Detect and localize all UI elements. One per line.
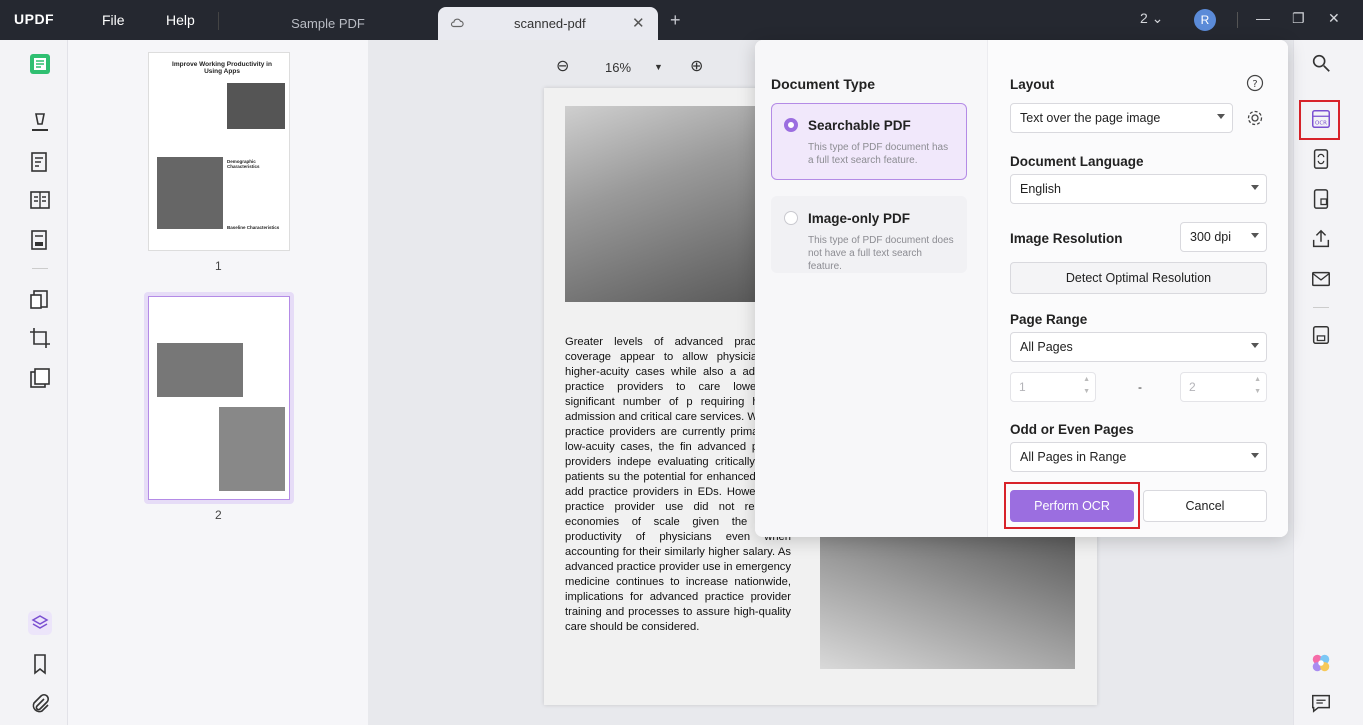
ocr-highlight-box: [1299, 100, 1340, 140]
bookmark-icon[interactable]: [28, 652, 52, 676]
radio-selected[interactable]: [784, 118, 798, 132]
gear-icon[interactable]: [1246, 109, 1264, 127]
save-icon[interactable]: [1310, 324, 1332, 346]
thumbnail-image: [219, 407, 285, 491]
minimize-icon[interactable]: —: [1256, 10, 1270, 26]
convert-pdf-icon[interactable]: [1310, 148, 1332, 170]
page-photo: [820, 536, 1075, 669]
page-number: 1: [215, 259, 222, 273]
zoom-in-icon[interactable]: ⊕: [690, 56, 703, 76]
close-window-icon[interactable]: ✕: [1328, 10, 1340, 27]
attachment-icon[interactable]: [28, 692, 52, 716]
divider: [218, 12, 219, 30]
perform-ocr-highlight-box: [1004, 482, 1140, 529]
zoom-level[interactable]: 16%: [605, 60, 631, 75]
thumbnail-subheading: Baseline Characteristics: [227, 225, 280, 230]
page-thumbnail-1[interactable]: Improve Working Productivity in Using Ap…: [148, 52, 290, 251]
maximize-icon[interactable]: ❐: [1292, 10, 1305, 27]
left-toolbar: [0, 40, 68, 725]
document-type-title: Document Type: [771, 76, 875, 92]
option-label: Image-only PDF: [808, 211, 911, 226]
avatar[interactable]: R: [1194, 9, 1216, 31]
option-description: This type of PDF document has a full tex…: [808, 142, 949, 166]
layers-icon[interactable]: [28, 611, 52, 635]
thumbnail-heading: Improve Working Productivity in Using Ap…: [172, 61, 272, 75]
language-label: Document Language: [1010, 154, 1144, 169]
ocr-settings-panel: Layout ? Text over the page image Docume…: [987, 40, 1288, 537]
comment-list-icon[interactable]: [1310, 692, 1332, 714]
share-icon[interactable]: [1310, 228, 1332, 250]
app-logo: UPDF: [14, 11, 55, 27]
right-toolbar: OCR: [1293, 40, 1363, 725]
thumbnail-subheading: Demographic Characteristics: [227, 159, 260, 169]
ocr-dialog: Document Type Searchable PDF This type o…: [755, 40, 1288, 537]
crop-icon[interactable]: [28, 326, 52, 350]
tab-label: scanned-pdf: [514, 16, 586, 31]
cloud-icon: [450, 18, 464, 28]
divider: [1237, 12, 1238, 28]
protect-pdf-icon[interactable]: [1310, 188, 1332, 210]
reader-icon[interactable]: [28, 52, 52, 76]
layout-label: Layout: [1010, 77, 1055, 92]
form-icon[interactable]: [28, 228, 52, 252]
page-photo: [565, 106, 755, 302]
page-range-select[interactable]: All Pages: [1010, 332, 1267, 362]
close-tab-icon[interactable]: ✕: [632, 14, 645, 32]
resolution-select[interactable]: 300 dpi: [1180, 222, 1267, 252]
page-thumbnail-2[interactable]: [148, 296, 290, 500]
divider: [32, 268, 48, 269]
radio-unselected[interactable]: [784, 211, 798, 225]
ai-assistant-icon[interactable]: [1310, 652, 1332, 674]
edit-icon[interactable]: [28, 150, 52, 174]
range-from-input[interactable]: 1 ▲ ▼: [1010, 372, 1096, 402]
tab-sample-pdf[interactable]: Sample PDF: [228, 7, 428, 40]
odd-even-label: Odd or Even Pages: [1010, 422, 1134, 437]
title-bar: UPDF File Help Sample PDF scanned-pdf ✕ …: [0, 0, 1363, 40]
page-number: 2: [215, 508, 222, 522]
range-separator: -: [1138, 380, 1142, 394]
menu-file[interactable]: File: [102, 12, 125, 28]
convert-icon[interactable]: [28, 288, 52, 312]
thumbnail-image: [157, 343, 243, 397]
odd-even-select[interactable]: All Pages in Range: [1010, 442, 1267, 472]
window-count[interactable]: 2 ⌄: [1140, 10, 1163, 27]
page-range-label: Page Range: [1010, 312, 1088, 327]
detect-resolution-button[interactable]: Detect Optimal Resolution: [1010, 262, 1267, 294]
resolution-label: Image Resolution: [1010, 231, 1123, 246]
divider: [1313, 307, 1329, 308]
thumbnail-image: [157, 157, 223, 229]
zoom-dropdown-icon[interactable]: ▼: [654, 62, 663, 72]
option-description: This type of PDF document does not have …: [808, 235, 954, 272]
search-icon[interactable]: [1310, 52, 1332, 74]
menu-help[interactable]: Help: [166, 12, 195, 28]
thumbnail-image: [227, 83, 285, 129]
layout-select[interactable]: Text over the page image: [1010, 103, 1233, 133]
range-to-input[interactable]: 2 ▲ ▼: [1180, 372, 1267, 402]
language-select[interactable]: English: [1010, 174, 1267, 204]
tab-scanned-pdf[interactable]: scanned-pdf ✕: [438, 7, 658, 40]
page-organize-icon[interactable]: [28, 188, 52, 212]
option-label: Searchable PDF: [808, 118, 911, 133]
email-icon[interactable]: [1310, 268, 1332, 290]
option-image-only-pdf[interactable]: Image-only PDF This type of PDF document…: [771, 196, 967, 273]
comment-icon[interactable]: [28, 110, 52, 134]
svg-text:?: ?: [1252, 79, 1257, 90]
help-icon[interactable]: ?: [1246, 74, 1264, 92]
cancel-button[interactable]: Cancel: [1143, 490, 1267, 522]
option-searchable-pdf[interactable]: Searchable PDF This type of PDF document…: [771, 103, 967, 180]
document-type-panel: Document Type Searchable PDF This type o…: [755, 40, 987, 537]
protect-icon[interactable]: [28, 366, 52, 390]
zoom-out-icon[interactable]: ⊖: [556, 56, 569, 76]
add-tab-icon[interactable]: +: [670, 10, 681, 31]
thumbnail-panel: Improve Working Productivity in Using Ap…: [68, 40, 368, 725]
